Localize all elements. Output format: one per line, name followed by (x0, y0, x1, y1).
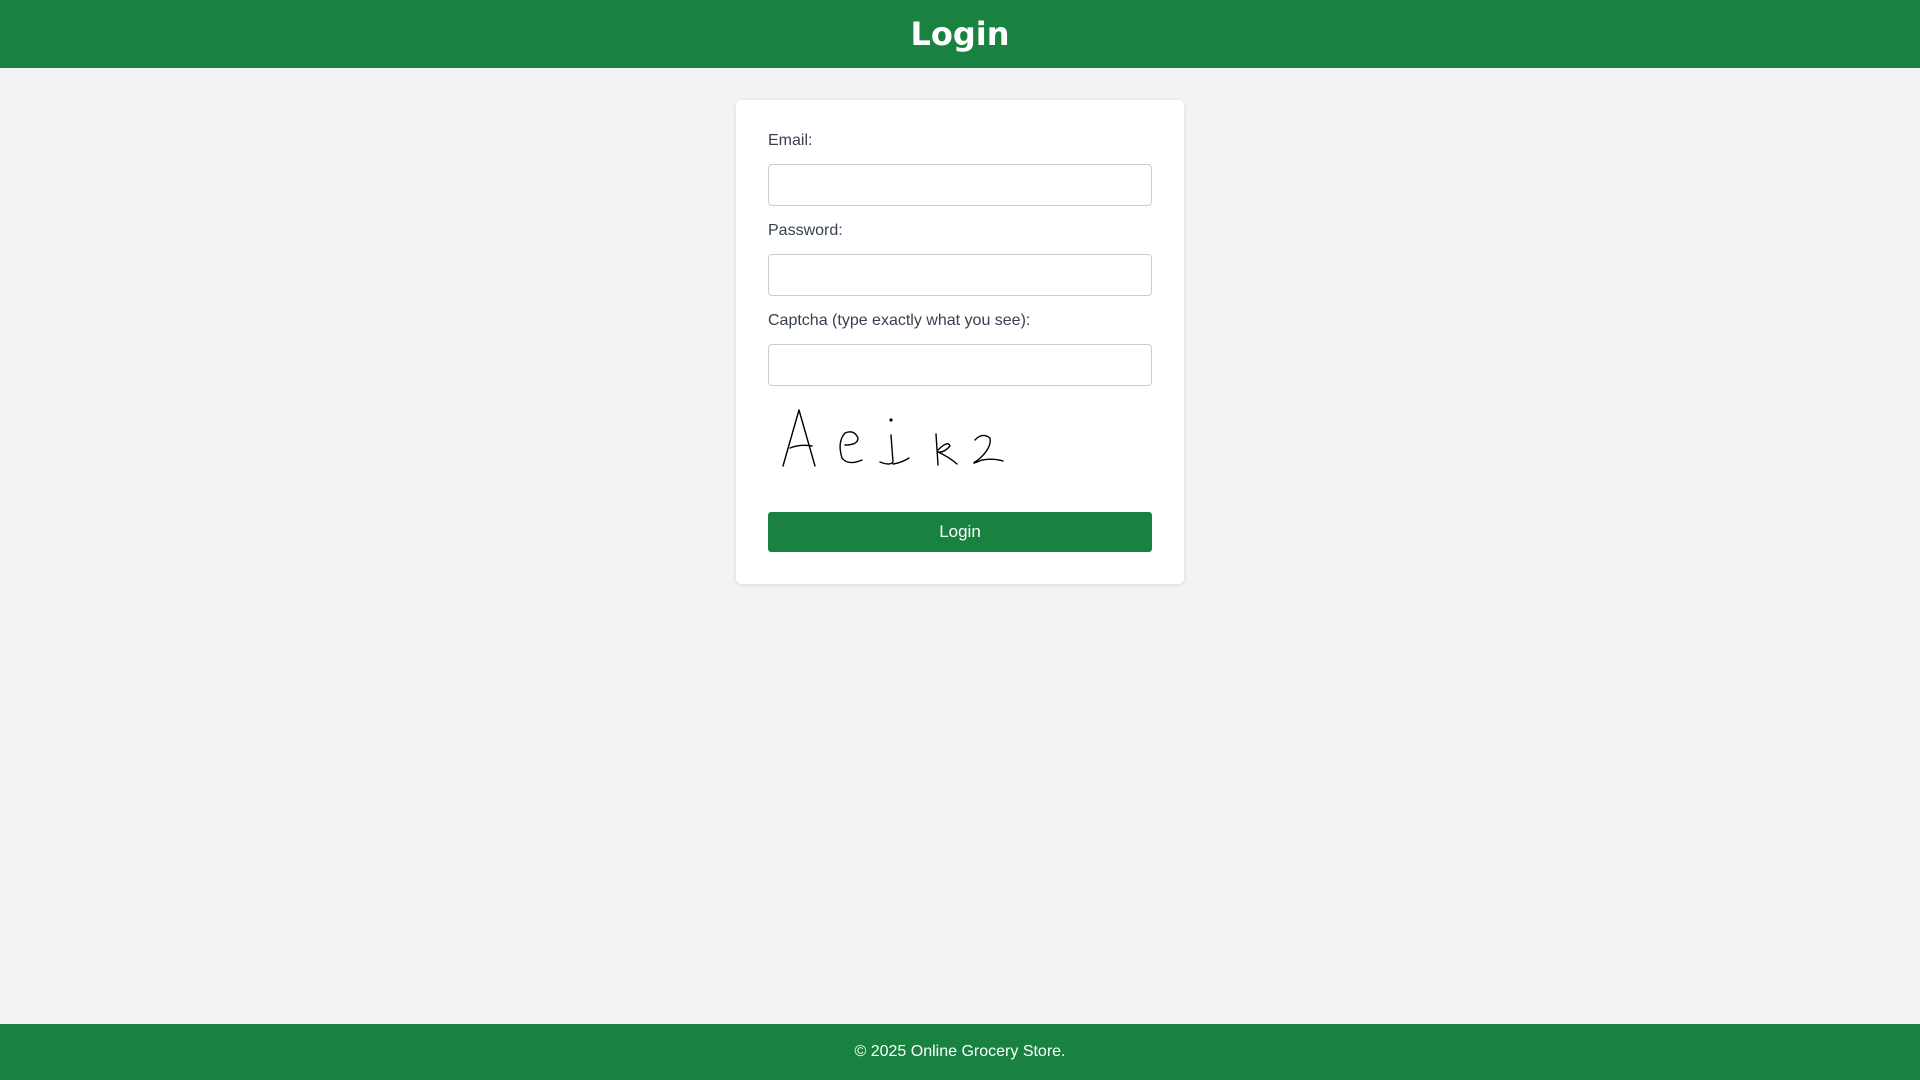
login-button[interactable]: Login (768, 512, 1152, 552)
page-header: Login (0, 0, 1920, 68)
password-label: Password: (768, 222, 843, 239)
captcha-field[interactable] (768, 344, 1152, 386)
page-title: Login (910, 15, 1010, 53)
captcha-label: Captcha (type exactly what you see): (768, 312, 1031, 329)
password-field[interactable] (768, 254, 1152, 296)
captcha-image (768, 400, 1038, 480)
footer-copyright: © 2025 Online Grocery Store. (854, 1043, 1066, 1060)
captcha-handwriting (782, 409, 1004, 467)
page-footer: © 2025 Online Grocery Store. (0, 1024, 1920, 1080)
email-field[interactable] (768, 164, 1152, 206)
email-label: Email: (768, 132, 813, 149)
login-card: Email: Password: Captcha (type exactly w… (736, 100, 1184, 584)
